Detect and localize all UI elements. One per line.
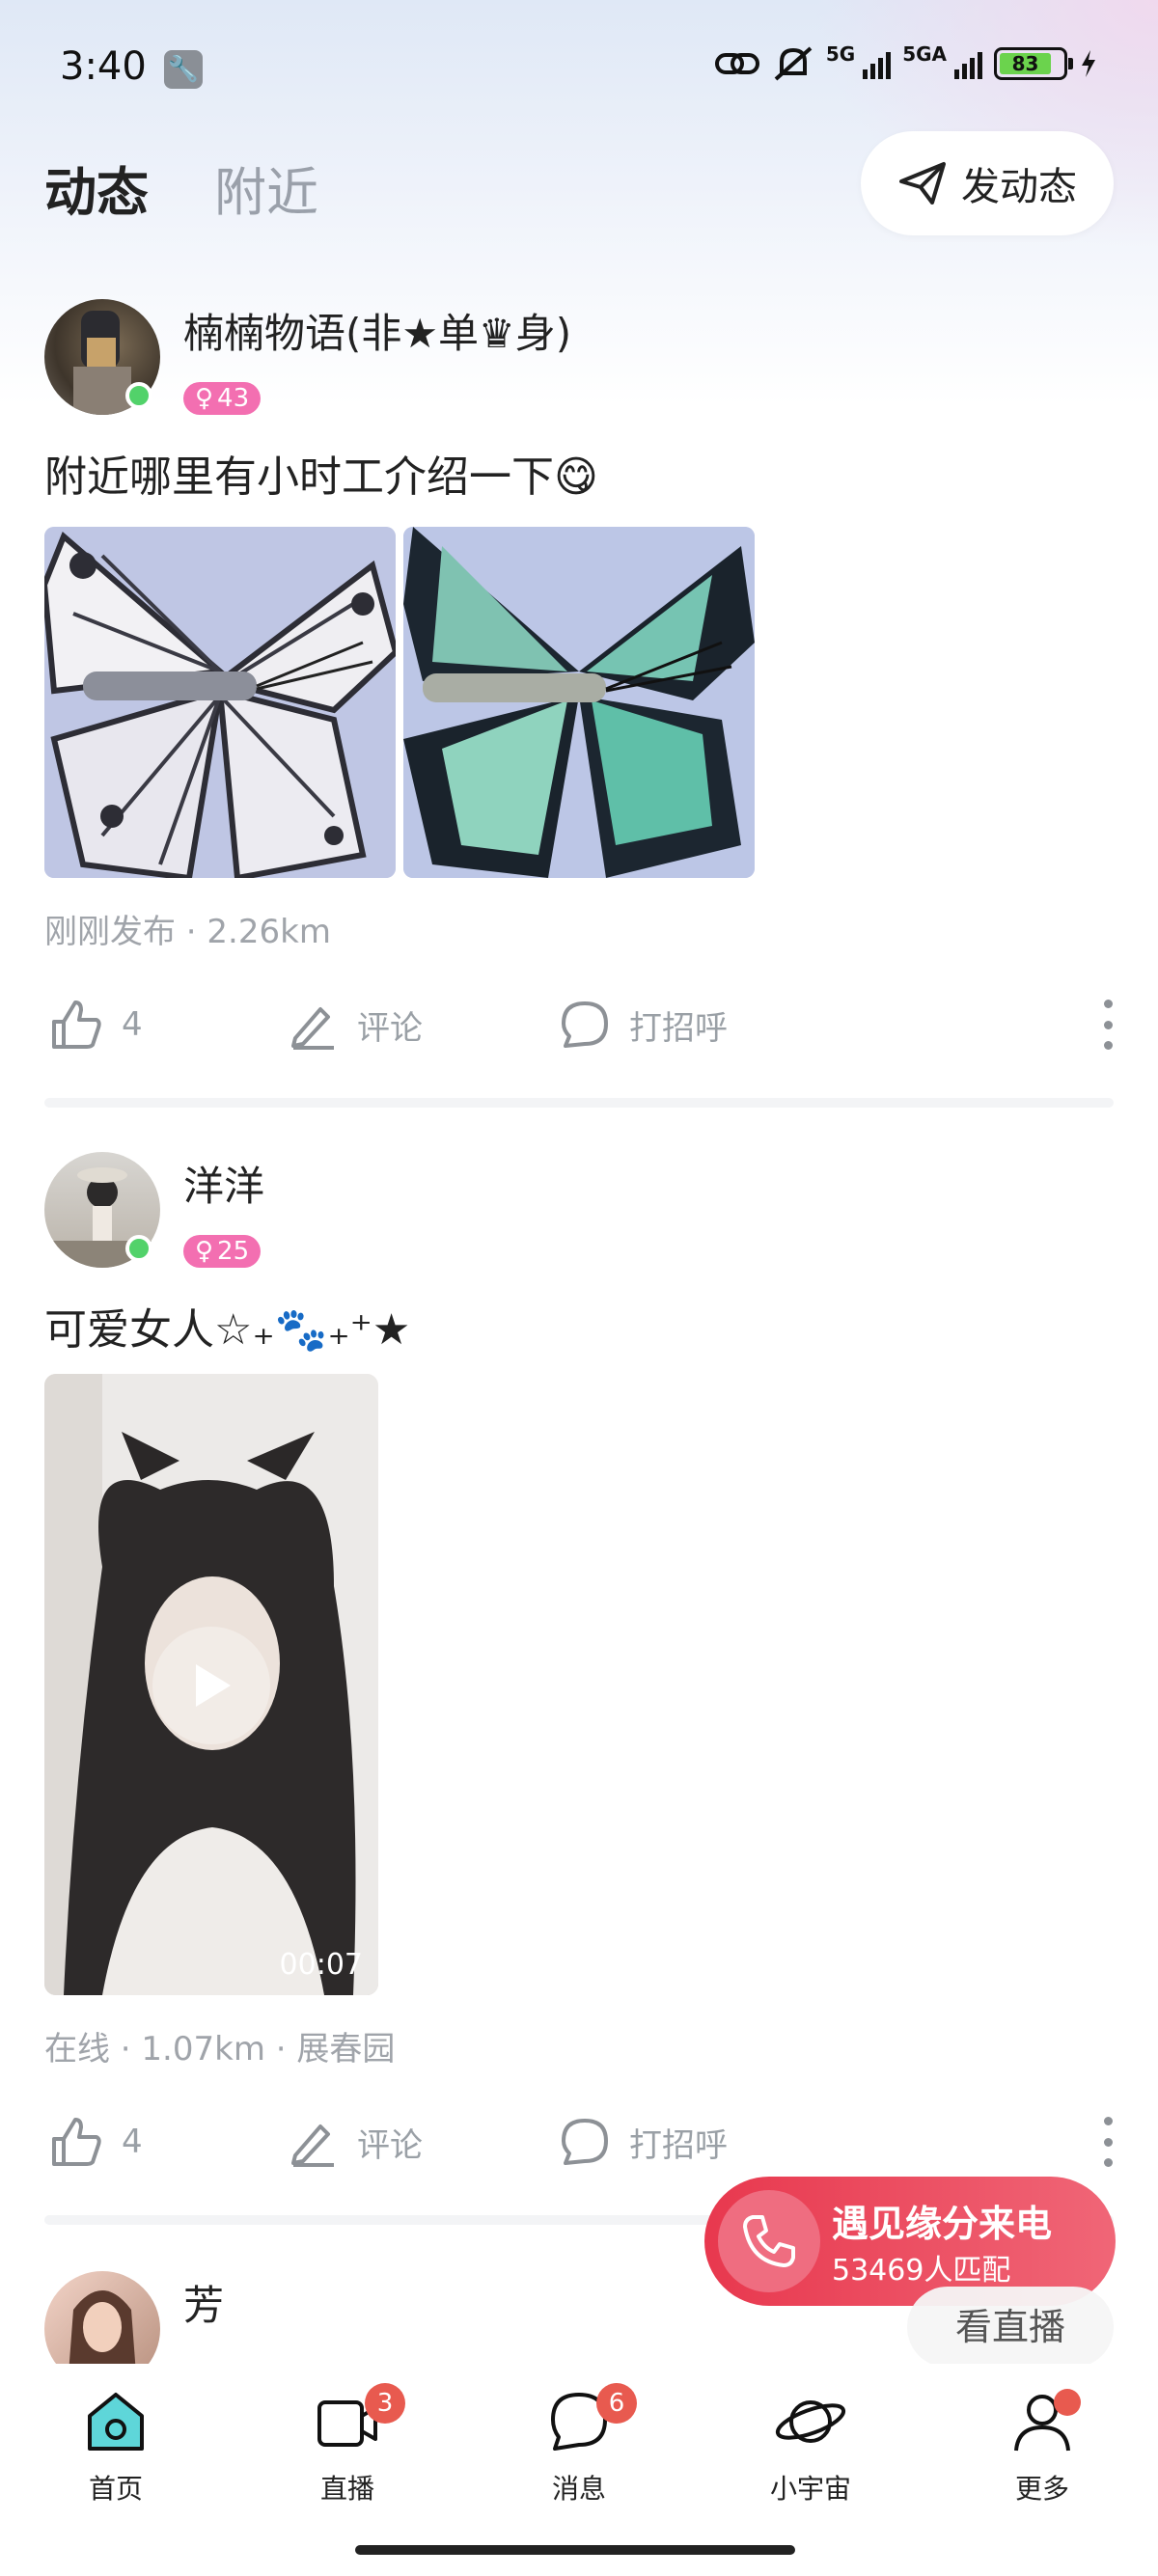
comment-label: 评论 [357, 2125, 423, 2165]
female-icon: ♀ [195, 1237, 214, 1266]
online-indicator [125, 1235, 152, 1262]
mute-icon [774, 46, 813, 81]
post-moment-label: 发动态 [961, 165, 1077, 209]
live-badge: 3 [365, 2383, 405, 2424]
battery-icon: 83 [994, 47, 1073, 80]
network-type-2: 5GA [902, 42, 947, 66]
post-meta: 在线 · 1.07km · 展春园 [44, 2030, 396, 2069]
comment-button[interactable]: 评论 [286, 2103, 423, 2180]
call-banner-subtitle: 53469人匹配 [832, 2254, 1011, 2288]
tab-feed[interactable]: 动态 [44, 150, 149, 226]
watch-live-button[interactable]: 看直播 [907, 2287, 1114, 2368]
greet-label: 打招呼 [629, 2125, 728, 2165]
nav-home-label: 首页 [88, 2473, 143, 2505]
play-icon [196, 1664, 231, 1707]
online-indicator [125, 382, 152, 409]
network-type-1: 5G [825, 42, 856, 66]
comment-label: 评论 [357, 1008, 423, 1048]
thumbs-up-icon [52, 1000, 101, 1049]
butterfly-image [44, 527, 396, 878]
phone-icon [718, 2190, 820, 2292]
nav-universe[interactable]: 小宇宙 [743, 2389, 878, 2507]
post-photo[interactable] [44, 527, 396, 878]
send-icon [899, 162, 946, 205]
signal-icon-1 [863, 48, 892, 79]
status-time: 3:40 [60, 44, 147, 89]
like-button[interactable]: 4 [48, 2103, 143, 2180]
chat-bubble-icon [562, 1001, 608, 1048]
charging-icon [1082, 50, 1095, 77]
post-text: 附近哪里有小时工介绍一下😋 [44, 442, 598, 504]
pencil-icon [291, 1007, 334, 1050]
post-meta: 刚刚发布 · 2.26km [44, 913, 331, 951]
post-divider [44, 1098, 1114, 1108]
tab-nearby[interactable]: 附近 [214, 150, 318, 226]
call-banner-title: 遇见缘分来电 [832, 2203, 1053, 2245]
post-actions: 4 评论 打招呼 [0, 2103, 1158, 2180]
female-icon: ♀ [195, 384, 214, 413]
like-count: 4 [122, 2123, 143, 2161]
greet-button[interactable]: 打招呼 [558, 2103, 728, 2180]
nav-universe-label: 小宇宙 [769, 2473, 851, 2505]
nav-live-label: 直播 [319, 2473, 374, 2505]
messages-badge: 6 [596, 2383, 637, 2424]
age-badge: ♀ 43 [183, 382, 262, 415]
nav-messages-label: 消息 [551, 2473, 606, 2505]
more-options-icon[interactable] [1102, 1000, 1114, 1050]
post-actions: 4 评论 打招呼 [0, 986, 1158, 1063]
pencil-icon [291, 2124, 334, 2167]
bottom-nav: 首页 直播 3 消息 6 小宇宙 更多 [0, 2364, 1158, 2576]
like-button[interactable]: 4 [48, 986, 143, 1063]
age-badge: ♀ 25 [183, 1235, 262, 1268]
play-button[interactable] [152, 1627, 270, 1744]
more-notification-dot [1054, 2389, 1081, 2416]
username[interactable]: 洋洋 [183, 1154, 264, 1213]
more-options-icon[interactable] [1102, 2117, 1114, 2167]
home-indicator[interactable] [355, 2545, 795, 2555]
thumbs-up-icon [52, 2118, 101, 2166]
post-moment-button[interactable]: 发动态 [861, 131, 1114, 235]
nav-messages[interactable]: 消息 6 [511, 2383, 647, 2507]
post-text-content: 附近哪里有小时工介绍一下 [44, 452, 554, 502]
greet-label: 打招呼 [629, 1008, 728, 1048]
chat-bubble-icon [562, 2119, 608, 2165]
post-video[interactable]: 00:07 [44, 1374, 378, 1995]
home-icon [88, 2393, 144, 2451]
nav-home[interactable]: 首页 [48, 2389, 183, 2507]
age-value: 43 [217, 384, 250, 413]
post-text: 可爱女人☆₊🐾₊⁺★ [44, 1305, 411, 1355]
age-value: 25 [217, 1237, 250, 1266]
like-count: 4 [122, 1005, 143, 1044]
planet-icon [775, 2400, 846, 2443]
wrench-icon: 🔧 [164, 50, 203, 89]
phone-glyph [743, 2215, 795, 2267]
username[interactable]: 楠楠物语(非★单♛身) [183, 301, 571, 360]
emoji-icon: 😋 [554, 452, 598, 502]
battery-level: 83 [1000, 53, 1052, 74]
nav-more-label: 更多 [1014, 2473, 1069, 2505]
comment-button[interactable]: 评论 [286, 986, 423, 1063]
nav-more[interactable]: 更多 [975, 2389, 1110, 2507]
signal-icon-2 [954, 48, 982, 79]
video-duration: 00:07 [279, 1948, 363, 1982]
nav-live[interactable]: 直播 3 [280, 2383, 415, 2507]
link-icon [714, 53, 759, 74]
post-photo[interactable] [403, 527, 755, 878]
status-indicators: 5G 5GA 83 [714, 42, 1098, 83]
greet-button[interactable]: 打招呼 [558, 986, 728, 1063]
username[interactable]: 芳 [183, 2273, 224, 2332]
butterfly-image [403, 527, 755, 878]
status-bar: 3:40 🔧 5G 5GA 83 [0, 0, 1158, 135]
